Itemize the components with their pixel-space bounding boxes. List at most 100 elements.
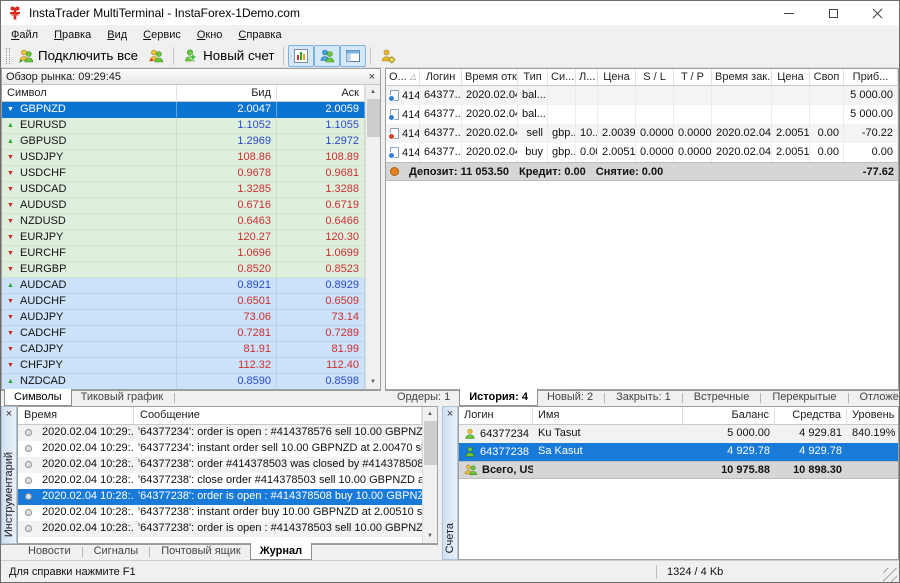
toggle-toolbox-button[interactable] [340,45,366,67]
column-header-name[interactable]: Имя [533,407,683,425]
column-header-login[interactable]: Логин [420,69,462,86]
column-header-order[interactable]: О...△ [386,69,420,86]
tab-orders[interactable]: Ордеры: 1 [388,390,459,406]
toolbox-dock-strip[interactable]: × Инструментарий [1,406,17,544]
column-header-profit[interactable]: Приб... [844,69,898,86]
account-settings-button[interactable] [375,45,401,67]
market-row[interactable]: ▼AUDUSD 0.6716 0.6719 [2,198,365,214]
column-header-price[interactable]: Цена [598,69,636,86]
column-header-close-time[interactable]: Время зак... [712,69,772,86]
market-row[interactable]: ▲EURUSD 1.1052 1.1055 [2,118,365,134]
toggle-market-watch-button[interactable] [288,45,314,67]
column-header-login[interactable]: Логин [459,407,533,425]
history-row[interactable]: 414... 64377... 2020.02.04 ... bal... 5 … [386,105,898,124]
column-header-sl[interactable]: S / L [636,69,674,86]
column-header-equity[interactable]: Средства [775,407,847,425]
market-row[interactable]: ▼EURGBP 0.8520 0.8523 [2,262,365,278]
tab-close[interactable]: Закрыть: 1 [607,390,680,406]
journal-row[interactable]: 2020.02.04 10:28:... '64377238': order i… [18,521,422,537]
tab-history[interactable]: История: 4 [459,389,538,406]
column-header-type[interactable]: Тип [518,69,548,86]
menu-service[interactable]: Сервис [135,27,189,43]
history-row[interactable]: 414... 64377... 2020.02.04 ... sell gbp.… [386,124,898,143]
history-row[interactable]: 414... 64377... 2020.02.04 ... bal... 5 … [386,86,898,105]
market-row[interactable]: ▼EURCHF 1.0696 1.0699 [2,246,365,262]
market-row[interactable]: ▼GBPNZD 2.0047 2.0059 [2,102,365,118]
menu-edit[interactable]: Правка [46,27,99,43]
market-row[interactable]: ▼USDCHF 0.9678 0.9681 [2,166,365,182]
column-header-close-price[interactable]: Цена [772,69,810,86]
tab-new[interactable]: Новый: 2 [538,390,602,406]
journal-scrollbar[interactable]: ▲ ▼ [422,407,437,543]
tab-news[interactable]: Новости [19,544,80,560]
journal-row[interactable]: 2020.02.04 10:29:... '64377234': order i… [18,425,422,441]
market-row[interactable]: ▼AUDCHF 0.6501 0.6509 [2,294,365,310]
new-account-button[interactable]: Новый счет [178,45,279,67]
column-header-open-time[interactable]: Время отк... [462,69,518,86]
scroll-down-icon[interactable]: ▼ [423,529,437,543]
column-header-swap[interactable]: Своп [810,69,844,86]
maximize-button[interactable] [811,1,855,25]
close-icon[interactable]: × [368,72,376,82]
scroll-up-icon[interactable]: ▲ [423,407,437,421]
column-header-balance[interactable]: Баланс [683,407,775,425]
symbol-label: NZDCAD [20,374,66,389]
tab-symbols[interactable]: Символы [4,389,72,406]
column-header-symbol[interactable]: Си... [548,69,576,86]
history-row[interactable]: 414... 64377... 2020.02.04 ... buy gbp..… [386,143,898,162]
journal-row[interactable]: 2020.02.04 10:28:... '64377238': order #… [18,457,422,473]
journal-row[interactable]: 2020.02.04 10:28:... '64377238': instant… [18,505,422,521]
market-row[interactable]: ▼AUDJPY 73.06 73.14 [2,310,365,326]
toggle-accounts-button[interactable] [314,45,340,67]
tab-signals[interactable]: Сигналы [85,544,148,560]
close-button[interactable] [855,1,899,25]
account-row[interactable]: 64377234 Ku Tasut 5 000.00 4 929.81 840.… [459,425,898,443]
market-row[interactable]: ▼CADCHF 0.7281 0.7289 [2,326,365,342]
column-header-tp[interactable]: T / P [674,69,712,86]
market-watch-scrollbar[interactable]: ▲ ▼ [365,85,380,389]
menu-view[interactable]: Вид [99,27,135,43]
scrollbar-thumb[interactable] [424,421,437,465]
tab-overlapped[interactable]: Перекрытые [763,390,845,406]
tab-opposite[interactable]: Встречные [685,390,759,406]
market-row[interactable]: ▼USDCAD 1.3285 1.3288 [2,182,365,198]
menu-help[interactable]: Справка [230,27,289,43]
minimize-button[interactable] [767,1,811,25]
scroll-up-icon[interactable]: ▲ [366,85,380,99]
market-row[interactable]: ▼CHFJPY 112.32 112.40 [2,358,365,374]
column-header-ask[interactable]: Аск [277,85,365,102]
market-row[interactable]: ▼EURJPY 120.27 120.30 [2,230,365,246]
column-header-message[interactable]: Сообщение [134,407,422,425]
resize-grip[interactable] [883,568,897,582]
close-icon[interactable]: × [5,409,13,419]
market-row[interactable]: ▲AUDCAD 0.8921 0.8929 [2,278,365,294]
column-header-level[interactable]: Уровень [847,407,899,425]
market-row[interactable]: ▼CADJPY 81.91 81.99 [2,342,365,358]
journal-row[interactable]: 2020.02.04 10:29:... '64377234': instant… [18,441,422,457]
market-row[interactable]: ▲GBPUSD 1.2969 1.2972 [2,134,365,150]
account-row-selected[interactable]: 64377238 Sa Kasut 4 929.78 4 929.78 [459,443,898,461]
market-row[interactable]: ▼USDJPY 108.86 108.89 [2,150,365,166]
journal-row-selected[interactable]: 2020.02.04 10:28:... '64377238': order i… [18,489,422,505]
menu-file[interactable]: Файл [3,27,46,43]
market-row[interactable]: ▼NZDUSD 0.6463 0.6466 [2,214,365,230]
journal-row[interactable]: 2020.02.04 10:28:... '64377238': close o… [18,473,422,489]
column-header-time[interactable]: Время [18,407,134,425]
column-header-bid[interactable]: Бид [177,85,277,102]
disconnect-all-button[interactable] [143,45,169,67]
tab-pending[interactable]: Отложенный: 1 [851,390,900,406]
tab-journal[interactable]: Журнал [250,543,312,560]
scroll-down-icon[interactable]: ▼ [366,375,380,389]
column-header-lots[interactable]: Л... [576,69,598,86]
tab-tick-chart[interactable]: Тиковый график [72,390,173,406]
column-header-symbol[interactable]: Символ [2,85,177,102]
menu-window[interactable]: Окно [189,27,231,43]
login-cell: 64377... [420,124,462,143]
scrollbar-thumb[interactable] [367,99,380,137]
close-icon[interactable]: × [446,409,454,419]
accounts-dock-strip[interactable]: × Счета [442,406,458,560]
tab-mailbox[interactable]: Почтовый ящик [152,544,249,560]
toolbar-grip[interactable] [6,48,10,64]
connect-all-button[interactable]: Подключить все [13,45,143,67]
market-row[interactable]: ▲NZDCAD 0.8590 0.8598 [2,374,365,389]
